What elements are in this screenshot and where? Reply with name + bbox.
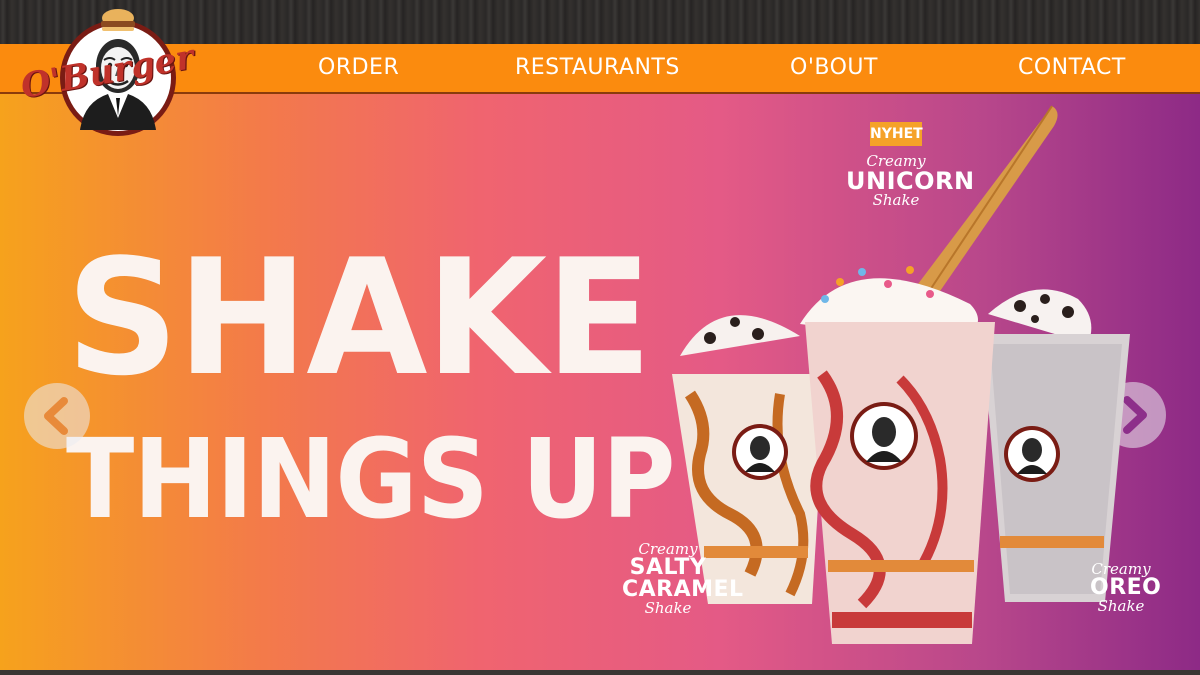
caramel-suffix: Shake	[644, 599, 692, 617]
nav-restaurants[interactable]: RESTAURANTS	[515, 44, 680, 92]
nav-order[interactable]: ORDER	[318, 44, 399, 92]
hero-bottom-strip	[0, 670, 1200, 675]
caramel-name-line1: SALTY	[629, 555, 707, 580]
unicorn-suffix: Shake	[872, 191, 920, 209]
chevron-left-icon	[44, 397, 68, 435]
unicorn-name: UNICORN	[846, 167, 975, 195]
salty-caramel-shake-label: Creamy SALTY CARAMEL Shake	[622, 542, 744, 617]
cup-logo-left	[732, 424, 788, 480]
caramel-name-line2: CARAMEL	[622, 577, 744, 602]
new-badge: NYHET	[870, 122, 923, 146]
nav-contact[interactable]: CONTACT	[1018, 44, 1126, 92]
hero-headline-line2: THINGS UP	[66, 415, 676, 543]
unicorn-shake-label: Creamy UNICORN Shake	[846, 154, 975, 209]
hero-headline-line1: SHAKE	[66, 224, 652, 411]
cup-logo-right	[1004, 426, 1060, 482]
carousel-prev-button[interactable]	[24, 383, 90, 449]
oreo-shake-label: Creamy OREO Shake	[1090, 562, 1162, 615]
oreo-suffix: Shake	[1097, 597, 1145, 615]
nav-obout[interactable]: O'BOUT	[790, 44, 878, 92]
oreo-name: OREO	[1090, 575, 1162, 600]
cup-logo-center	[850, 402, 918, 470]
